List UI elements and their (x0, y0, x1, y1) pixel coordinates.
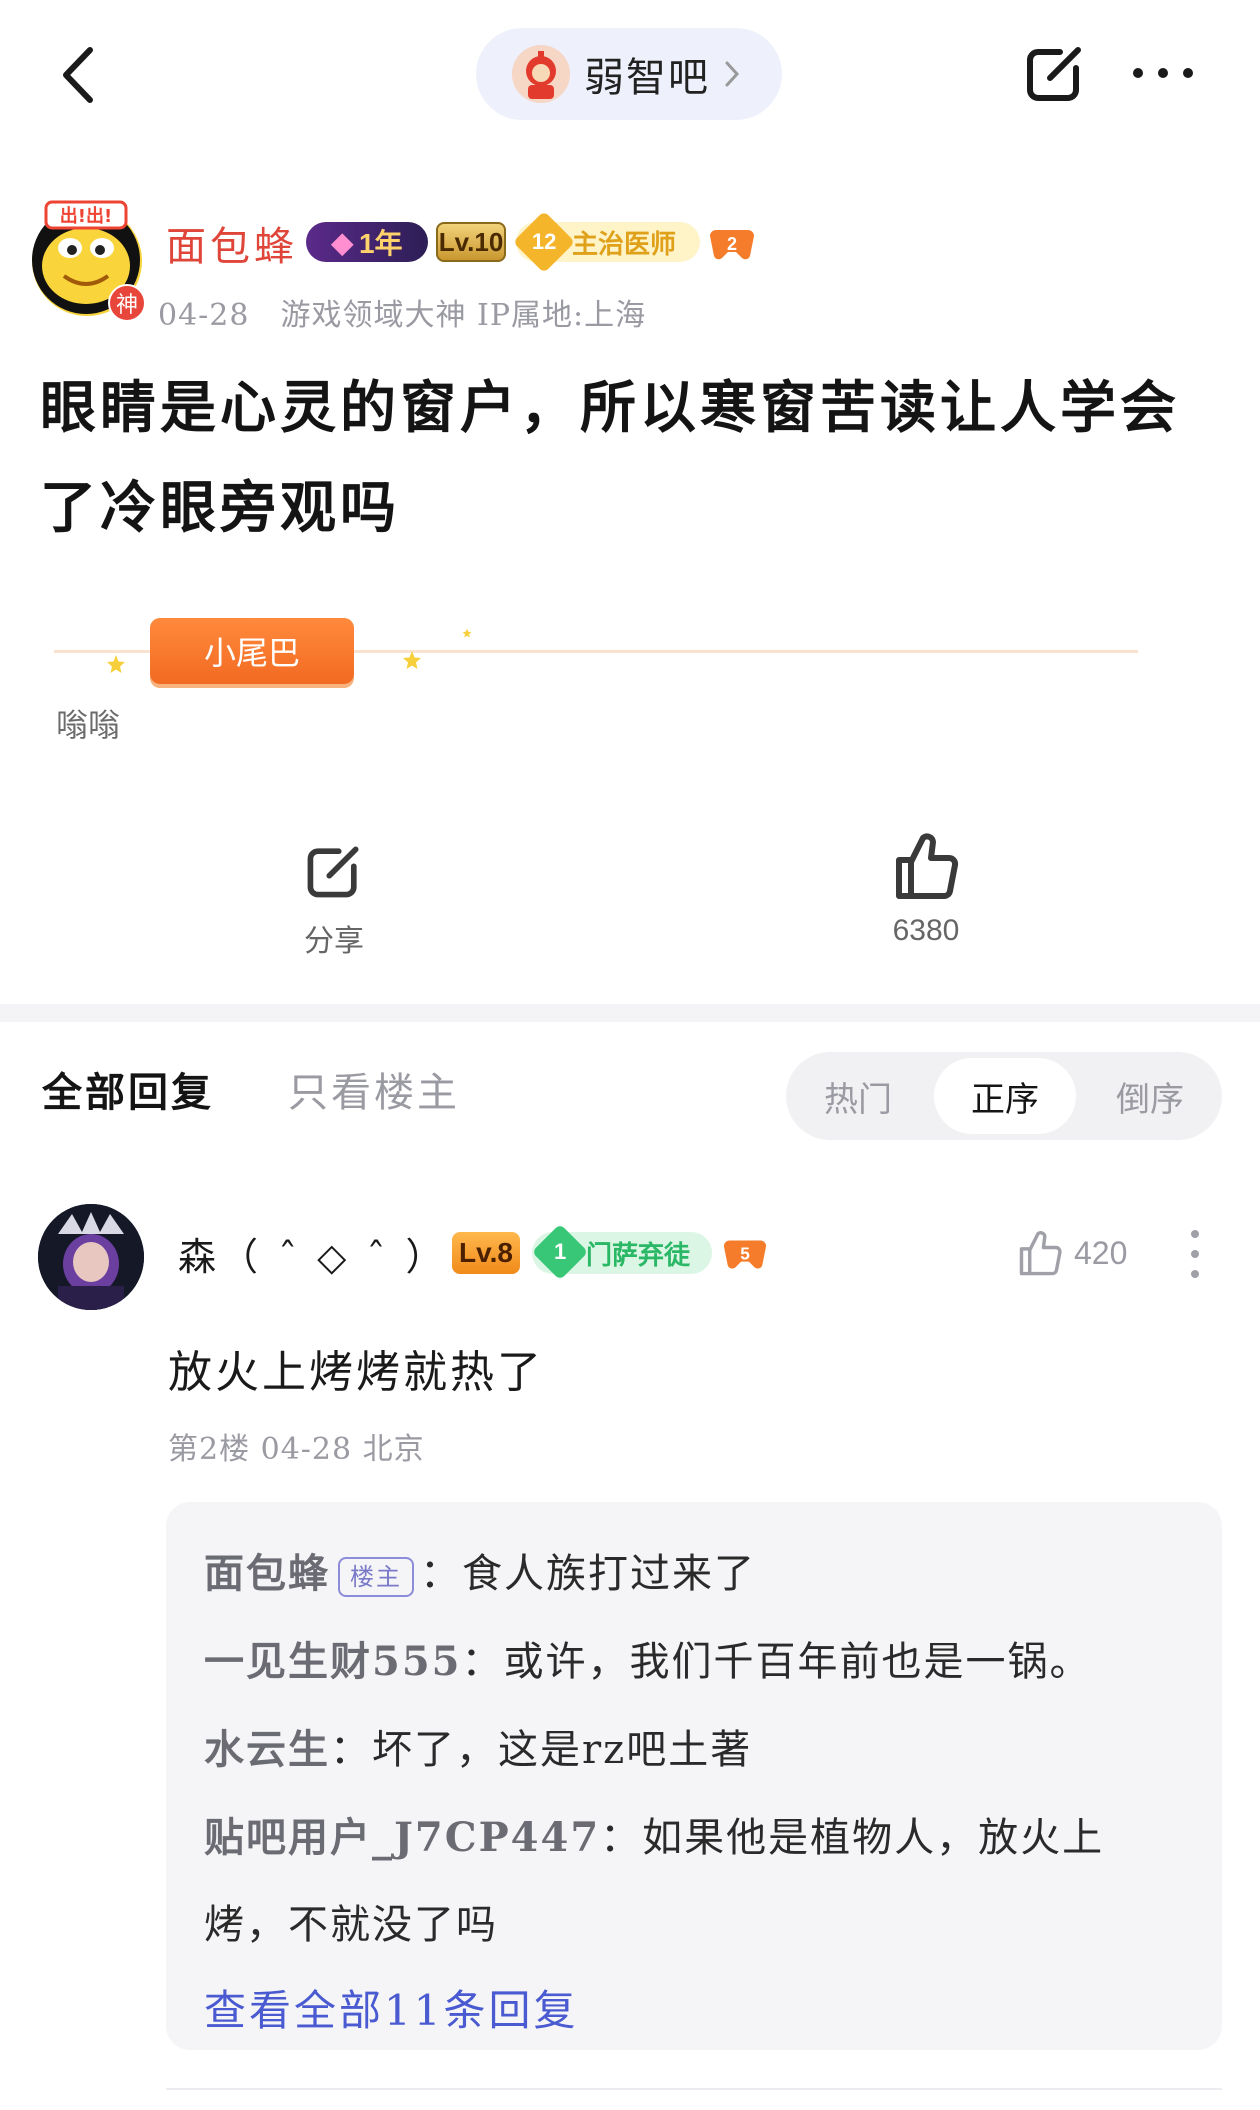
view-all-replies-link[interactable]: 查看全部11条回复 (204, 1969, 1184, 2053)
more-dots-icon (1133, 68, 1193, 78)
author-name[interactable]: 面包蜂 (166, 214, 298, 272)
sort-toggle: 热门 正序 倒序 (786, 1052, 1222, 1140)
gamepad-badge-icon[interactable]: 5 (722, 1230, 768, 1274)
sort-descending-button[interactable]: 倒序 (1086, 1058, 1214, 1134)
avatar-god-tag: 神 (108, 284, 146, 322)
back-button[interactable] (50, 40, 110, 110)
share-edit-icon (1027, 47, 1081, 101)
reply-like-count: 420 (1074, 1234, 1128, 1271)
bottom-divider (166, 2088, 1222, 2090)
sub-reply[interactable]: 一见生财555：或许，我们千百年前也是一锅。 (204, 1618, 1184, 1706)
reply-title-level-diamond: 1 (531, 1223, 589, 1281)
level-badge[interactable]: Lv.10 (436, 222, 506, 262)
tail-text: 嗡嗡 (56, 706, 121, 744)
forum-name: 弱智吧 (584, 55, 710, 101)
gamepad-badge-icon[interactable]: 2 (708, 220, 756, 264)
chevron-left-icon (63, 47, 93, 103)
sub-reply[interactable]: 面包蜂 楼主 ：食人族打过来了 (204, 1530, 1184, 1618)
thumbs-up-icon (896, 833, 959, 899)
sub-reply[interactable]: 水云生：坏了，这是rz吧土著 (204, 1706, 1184, 1794)
reply-more-button[interactable] (1180, 1226, 1210, 1282)
tab-all-replies[interactable]: 全部回复 (42, 1060, 214, 1118)
sub-reply-text: ：或许，我们千百年前也是一锅。 (461, 1639, 1092, 1685)
sub-reply-text: ：食人族打过来了 (420, 1551, 756, 1597)
sort-hot-button[interactable]: 热门 (794, 1058, 922, 1134)
star-icon (462, 628, 472, 638)
reply-avatar[interactable] (38, 1204, 144, 1310)
section-divider (0, 1004, 1260, 1022)
thumbs-up-icon (1019, 1231, 1062, 1276)
svg-text:出!出!: 出!出! (60, 205, 112, 227)
sub-reply-text: ：坏了，这是rz吧土著 (330, 1727, 753, 1773)
reply-title-badge[interactable]: 1 门萨弃徒 (531, 1223, 712, 1281)
host-tag: 楼主 (338, 1557, 414, 1597)
chevron-right-icon (725, 61, 740, 87)
sub-reply-author[interactable]: 贴吧用户_J7CP447 (204, 1814, 600, 1861)
sub-reply[interactable]: 贴吧用户_J7CP447：如果他是植物人，放火上烤，不就没了吗 (204, 1794, 1184, 1969)
star-icon (107, 655, 125, 673)
title-level-diamond: 12 (512, 210, 576, 274)
sort-ascending-button[interactable]: 正序 (934, 1058, 1076, 1134)
forum-avatar (512, 45, 570, 103)
top-bar: 弱智吧 (0, 0, 1260, 150)
like-button[interactable]: 6380 (868, 830, 984, 948)
more-vertical-icon (1191, 1230, 1199, 1278)
author-avatar[interactable]: 出!出! 神 (32, 200, 146, 322)
svg-text:2: 2 (727, 234, 737, 254)
sub-replies-box[interactable]: 面包蜂 楼主 ：食人族打过来了 一见生财555：或许，我们千百年前也是一锅。 水云生… (166, 1502, 1222, 2050)
post-title: 眼睛是心灵的窗户，所以寒窗苦读让人学会了冷眼旁观吗 (40, 375, 1180, 541)
more-options-button[interactable] (1128, 56, 1198, 90)
share-label: 分享 (304, 925, 364, 958)
reply-like-button[interactable]: 420 (1016, 1228, 1127, 1278)
diamond-icon: ◆ (331, 226, 353, 258)
membership-year-badge[interactable]: ◆ 1年 (306, 222, 428, 262)
reply-content: 放火上烤烤就热了 (168, 1347, 544, 1398)
svg-text:5: 5 (740, 1244, 750, 1264)
reply-meta: 第2楼 04-28 北京 (168, 1432, 425, 1467)
reply-level-badge[interactable]: Lv.8 (452, 1232, 520, 1274)
post-meta: 04-28 游戏领域大神 IP属地:上海 (158, 298, 647, 333)
tail-badge: 小尾巴 (150, 618, 354, 684)
star-icon (403, 651, 421, 669)
forum-entry-button[interactable]: 弱智吧 (476, 28, 782, 120)
sub-reply-author[interactable]: 面包蜂 (204, 1550, 330, 1597)
sub-reply-author[interactable]: 水云生 (204, 1726, 330, 1773)
title-badge[interactable]: 12 主治医师 (512, 210, 700, 274)
share-button[interactable]: 分享 (276, 838, 392, 960)
share-top-button[interactable] (1020, 38, 1090, 108)
share-icon (307, 846, 359, 898)
sub-reply-author[interactable]: 一见生财555 (204, 1638, 462, 1685)
reply-author-name[interactable]: 森（ ˆ ◇ ˆ ） (178, 1226, 448, 1281)
like-count: 6380 (892, 914, 960, 947)
tab-host-only[interactable]: 只看楼主 (288, 1060, 460, 1118)
